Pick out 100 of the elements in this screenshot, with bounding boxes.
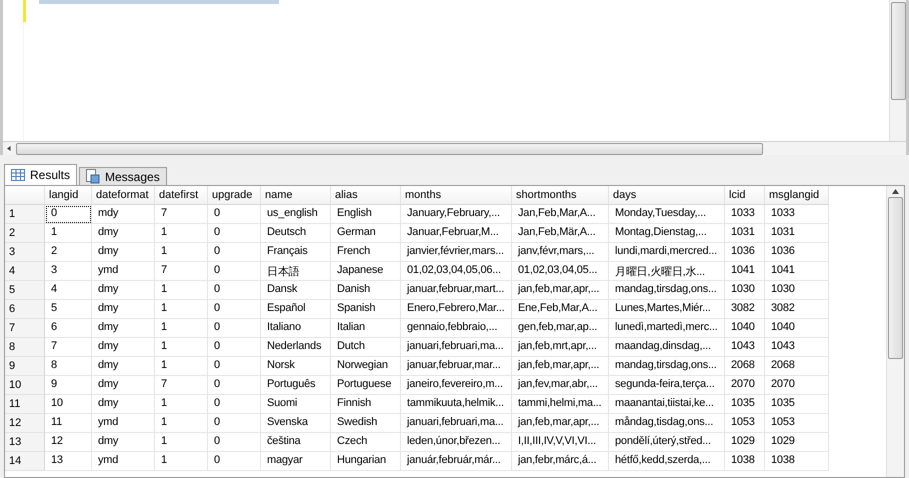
table-cell: 1041 [725,262,765,281]
scroll-thumb[interactable] [16,142,763,154]
table-cell: 1033 [765,205,829,224]
table-cell: French [331,243,401,262]
table-cell: 1 [155,414,208,433]
column-header[interactable]: alias [331,186,401,205]
row-header[interactable]: 12 [5,414,45,433]
table-cell: 1 [45,224,92,243]
table-cell: 7 [155,376,208,395]
table-cell: 0 [208,376,261,395]
table-cell: Hungarian [331,452,401,471]
table-cell: Español [261,300,331,319]
table-cell: German [331,224,401,243]
table-cell: 1 [155,300,208,319]
up-arrow-icon[interactable] [892,189,899,194]
table-cell: janv,févr,mars,... [512,243,609,262]
table-cell: 13 [45,452,92,471]
table-cell: 1 [155,224,208,243]
table-cell: Italian [331,319,401,338]
result-tab[interactable]: Results [4,164,78,185]
table-cell: maandag,dinsdag,... [609,338,725,357]
row-header[interactable]: 8 [5,338,45,357]
table-cell: mdy [92,205,155,224]
table-cell: 0 [45,205,92,224]
grid-icon [11,169,25,181]
table-cell: mandag,tirsdag,ons... [609,281,725,300]
table-cell: Ene,Feb,Mar,A... [512,300,609,319]
column-header[interactable]: name [261,186,331,205]
table-cell: Dutch [331,338,401,357]
table-cell: 1 [155,281,208,300]
vertical-scrollbar[interactable] [889,0,906,141]
row-header[interactable]: 9 [5,357,45,376]
table-cell: 1 [155,319,208,338]
table-cell: Lunes,Martes,Miér... [609,300,725,319]
table-cell: dmy [92,395,155,414]
table-cell: 2070 [725,376,765,395]
row-header[interactable]: 10 [5,376,45,395]
table-cell: januar,februar,mart... [401,281,512,300]
row-header[interactable]: 2 [5,224,45,243]
table-cell: Spanish [331,300,401,319]
table-cell: Jan,Feb,Mär,A... [512,224,609,243]
row-header[interactable]: 13 [5,433,45,452]
table-cell: janvier,février,mars... [401,243,512,262]
table-cell: čeština [261,433,331,452]
table-cell: dmy [92,376,155,395]
table-cell: 11 [45,414,92,433]
table-cell: Finnish [331,395,401,414]
table-cell: 01,02,03,04,05,06... [401,262,512,281]
column-header[interactable]: days [609,186,725,205]
table-cell: 0 [208,224,261,243]
row-header[interactable]: 6 [5,300,45,319]
row-header[interactable]: 11 [5,395,45,414]
corner-header [5,186,45,205]
table-cell: jan,fev,mar,abr,... [512,376,609,395]
table-cell: 0 [208,281,261,300]
column-header[interactable]: langid [45,186,92,205]
table-cell: janeiro,fevereiro,m... [401,376,512,395]
row-header[interactable]: 1 [5,205,45,224]
column-header[interactable]: datefirst [155,186,208,205]
table-cell: 1035 [765,395,829,414]
table-cell: lunedì,martedì,merc... [609,319,725,338]
column-header[interactable]: msglangid [765,186,829,205]
table-cell: 9 [45,376,92,395]
table-cell: dmy [92,319,155,338]
table-cell: jan,feb,mar,apr,... [512,414,609,433]
table-cell: Norwegian [331,357,401,376]
scroll-thumb[interactable] [890,2,906,100]
row-header[interactable]: 7 [5,319,45,338]
table-cell: tammi,helmi,ma... [512,395,609,414]
table-cell: 1031 [765,224,829,243]
column-header[interactable]: shortmonths [512,186,609,205]
table-cell: Suomi [261,395,331,414]
table-cell: I,II,III,IV,V,VI,VI... [512,433,609,452]
table-cell: Monday,Tuesday,... [609,205,725,224]
column-header[interactable]: dateformat [92,186,155,205]
column-header[interactable]: upgrade [208,186,261,205]
table-cell: 0 [208,205,261,224]
result-tab[interactable]: Messages [79,167,167,185]
table-cell: jan,feb,mrt,apr,... [512,338,609,357]
table-cell: English [331,205,401,224]
left-arrow-icon[interactable] [7,145,12,152]
row-header[interactable]: 5 [5,281,45,300]
table-cell: 1038 [725,452,765,471]
row-header[interactable]: 3 [5,243,45,262]
table-cell: 1 [155,452,208,471]
table-cell: dmy [92,338,155,357]
column-header[interactable]: months [401,186,512,205]
table-cell: dmy [92,433,155,452]
table-cell: Svenska [261,414,331,433]
scroll-thumb[interactable] [888,197,903,359]
table-cell: ymd [92,262,155,281]
table-cell: 7 [45,338,92,357]
row-header[interactable]: 14 [5,452,45,471]
horizontal-scrollbar[interactable] [3,141,906,155]
table-cell: 2 [45,243,92,262]
column-header[interactable]: lcid [725,186,765,205]
table-cell: 6 [45,319,92,338]
table-cell: Português [261,376,331,395]
vertical-scrollbar[interactable] [886,186,904,477]
row-header[interactable]: 4 [5,262,45,281]
